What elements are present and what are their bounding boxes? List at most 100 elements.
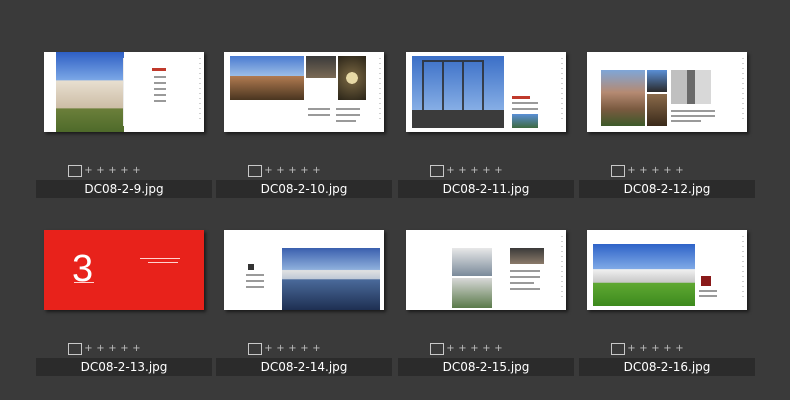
page-margin-rules bbox=[561, 236, 563, 298]
rating-star-icon[interactable]: + bbox=[275, 166, 286, 176]
logo-mark bbox=[701, 276, 711, 286]
select-checkbox[interactable] bbox=[68, 165, 82, 177]
filename-label[interactable]: DC08-2-12.jpg bbox=[579, 180, 755, 198]
text-line bbox=[510, 282, 534, 284]
text-line bbox=[308, 114, 330, 116]
rating-star-icon[interactable]: + bbox=[119, 166, 130, 176]
text-line bbox=[510, 288, 540, 290]
text-line bbox=[336, 108, 360, 110]
thumbnail-image[interactable]: 3 bbox=[44, 230, 204, 310]
rating-star-icon[interactable]: + bbox=[469, 344, 480, 354]
rating-star-icon[interactable]: + bbox=[95, 166, 106, 176]
select-checkbox[interactable] bbox=[430, 165, 444, 177]
select-checkbox[interactable] bbox=[68, 343, 82, 355]
rating-star-icon[interactable]: + bbox=[95, 344, 106, 354]
thumbnail-cell[interactable]: + + + + + DC08-2-15.jpg bbox=[398, 230, 574, 390]
thumbnail-cell[interactable]: + + + + + DC08-2-14.jpg bbox=[216, 230, 392, 390]
text-line bbox=[154, 82, 166, 84]
thumbnail-image[interactable] bbox=[224, 52, 384, 132]
thumbnail-image[interactable] bbox=[224, 230, 384, 310]
rating-star-icon[interactable]: + bbox=[662, 344, 673, 354]
rating-star-icon[interactable]: + bbox=[287, 166, 298, 176]
rating-star-icon[interactable]: + bbox=[445, 166, 456, 176]
select-checkbox[interactable] bbox=[611, 165, 625, 177]
photo-villa bbox=[56, 52, 124, 132]
rating-star-icon[interactable]: + bbox=[445, 344, 456, 354]
thumbnail-cell[interactable]: 3 + + + + + DC08-2-13.jpg bbox=[36, 230, 212, 390]
text-line bbox=[246, 274, 264, 276]
rating-star-icon[interactable]: + bbox=[638, 344, 649, 354]
photo-pool-bottom bbox=[647, 94, 667, 126]
rating-star-icon[interactable]: + bbox=[131, 166, 142, 176]
thumbnail-image[interactable] bbox=[44, 52, 204, 132]
filename-label[interactable]: DC08-2-15.jpg bbox=[398, 358, 574, 376]
rating-star-icon[interactable]: + bbox=[457, 344, 468, 354]
rating-star-icon[interactable]: + bbox=[83, 344, 94, 354]
rating-star-icon[interactable]: + bbox=[650, 166, 661, 176]
thumbnail-cell[interactable]: + + + + + DC08-2-12.jpg bbox=[579, 52, 755, 212]
filename-label[interactable]: DC08-2-16.jpg bbox=[579, 358, 755, 376]
thumbnail-image[interactable] bbox=[587, 52, 747, 132]
select-checkbox[interactable] bbox=[248, 343, 262, 355]
rating-star-icon[interactable]: + bbox=[650, 344, 661, 354]
select-checkbox[interactable] bbox=[430, 343, 444, 355]
rating-star-icon[interactable]: + bbox=[299, 344, 310, 354]
thumbnail-image[interactable] bbox=[406, 230, 566, 310]
rating-star-icon[interactable]: + bbox=[83, 166, 94, 176]
rating-controls: + + + + + bbox=[611, 164, 685, 178]
rating-star-icon[interactable]: + bbox=[131, 344, 142, 354]
rating-controls: + + + + + bbox=[248, 342, 322, 356]
rating-star-icon[interactable]: + bbox=[493, 344, 504, 354]
rating-star-icon[interactable]: + bbox=[263, 166, 274, 176]
rating-star-icon[interactable]: + bbox=[107, 344, 118, 354]
thumbnail-cell[interactable]: + + + + + DC08-2-9.jpg bbox=[36, 52, 212, 212]
rating-star-icon[interactable]: + bbox=[119, 344, 130, 354]
page-margin-rules bbox=[199, 58, 201, 120]
thumbnail-cell[interactable]: + + + + + DC08-2-10.jpg bbox=[216, 52, 392, 212]
text-line bbox=[510, 270, 540, 272]
rating-star-icon[interactable]: + bbox=[287, 344, 298, 354]
photo-courtyard bbox=[452, 248, 492, 276]
filename-label[interactable]: DC08-2-10.jpg bbox=[216, 180, 392, 198]
text-line bbox=[74, 282, 94, 283]
filename-label[interactable]: DC08-2-14.jpg bbox=[216, 358, 392, 376]
text-line bbox=[154, 94, 166, 96]
filename-label[interactable]: DC08-2-11.jpg bbox=[398, 180, 574, 198]
rating-star-icon[interactable]: + bbox=[626, 166, 637, 176]
filename-label[interactable]: DC08-2-9.jpg bbox=[36, 180, 212, 198]
text-line bbox=[699, 290, 717, 292]
rating-star-icon[interactable]: + bbox=[469, 166, 480, 176]
text-line bbox=[246, 286, 264, 288]
text-line bbox=[154, 100, 166, 102]
thumbnail-image[interactable] bbox=[406, 52, 566, 132]
rating-star-icon[interactable]: + bbox=[638, 166, 649, 176]
rating-star-icon[interactable]: + bbox=[674, 344, 685, 354]
rating-star-icon[interactable]: + bbox=[674, 166, 685, 176]
rating-star-icon[interactable]: + bbox=[275, 344, 286, 354]
photo-rocks bbox=[601, 70, 645, 126]
rating-star-icon[interactable]: + bbox=[107, 166, 118, 176]
text-line bbox=[699, 295, 717, 297]
rating-star-icon[interactable]: + bbox=[493, 166, 504, 176]
text-line bbox=[246, 280, 264, 282]
rating-star-icon[interactable]: + bbox=[481, 344, 492, 354]
rating-star-icon[interactable]: + bbox=[263, 344, 274, 354]
thumbnail-cell[interactable]: + + + + + DC08-2-11.jpg bbox=[398, 52, 574, 212]
rating-star-icon[interactable]: + bbox=[299, 166, 310, 176]
rating-star-icon[interactable]: + bbox=[481, 166, 492, 176]
filename-label[interactable]: DC08-2-13.jpg bbox=[36, 358, 212, 376]
rating-star-icon[interactable]: + bbox=[311, 166, 322, 176]
text-line bbox=[148, 262, 178, 263]
rating-star-icon[interactable]: + bbox=[626, 344, 637, 354]
thumbnail-cell[interactable]: + + + + + DC08-2-16.jpg bbox=[579, 230, 755, 390]
thumbnail-image[interactable] bbox=[587, 230, 747, 310]
rating-star-icon[interactable]: + bbox=[662, 166, 673, 176]
rating-star-icon[interactable]: + bbox=[457, 166, 468, 176]
text-line bbox=[512, 108, 538, 110]
select-checkbox[interactable] bbox=[611, 343, 625, 355]
photo-house-lawn bbox=[593, 244, 695, 306]
page-gutter bbox=[123, 58, 124, 126]
select-checkbox[interactable] bbox=[248, 165, 262, 177]
rating-star-icon[interactable]: + bbox=[311, 344, 322, 354]
text-heading bbox=[152, 68, 166, 71]
